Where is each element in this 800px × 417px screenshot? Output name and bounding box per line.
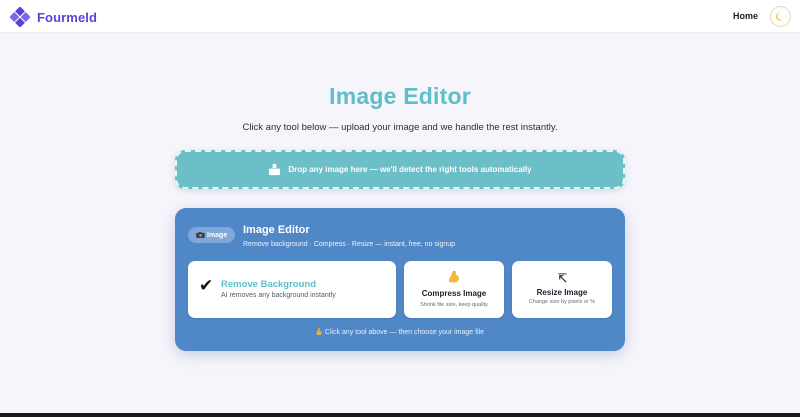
compress-image-tool[interactable]: Compress Image Shrink file size, keep qu… xyxy=(404,261,504,318)
badge-label: Image xyxy=(207,231,228,239)
camera-icon xyxy=(196,232,205,238)
bottom-edge-bar xyxy=(0,413,800,417)
image-editor-panel: Image Image Editor Remove background · C… xyxy=(175,208,625,351)
resize-arrow-icon xyxy=(512,271,612,285)
panel-title: Image Editor xyxy=(243,224,310,236)
panel-hint: Click any tool above — then choose your … xyxy=(175,328,625,336)
drop-zone-text: Drop any image here — we'll detect the r… xyxy=(288,165,532,174)
panel-description: Remove background · Compress · Resize — … xyxy=(243,241,456,248)
hint-text: Click any tool above — then choose your … xyxy=(324,329,485,336)
logo-icon xyxy=(10,7,30,27)
tool-description: Shrink file size, keep quality xyxy=(420,302,488,308)
image-drop-zone[interactable]: Drop any image here — we'll detect the r… xyxy=(175,150,625,189)
check-mark-icon: ✔ xyxy=(199,276,214,296)
tool-description: AI removes any background instantly xyxy=(221,292,336,299)
navbar: Fourmeld Home xyxy=(0,0,800,33)
flexed-biceps-icon xyxy=(404,270,504,286)
tool-title: Compress Image xyxy=(421,289,487,298)
tool-title: Remove Background xyxy=(221,279,317,290)
moon-icon xyxy=(776,12,783,21)
page-subtitle: Click any tool below — upload your image… xyxy=(242,122,558,133)
tool-description: Change size by pixels or % xyxy=(528,299,596,305)
nav-home-link[interactable]: Home xyxy=(733,11,758,21)
remove-background-tool[interactable]: ✔ Remove Background AI removes any backg… xyxy=(188,261,396,318)
resize-image-tool[interactable]: Resize Image Change size by pixels or % xyxy=(512,261,612,318)
brand-name: Fourmeld xyxy=(37,9,98,25)
pointing-hand-icon xyxy=(316,328,322,335)
page-title: Image Editor xyxy=(329,83,471,109)
upload-box-icon xyxy=(269,163,281,176)
tool-title: Resize Image xyxy=(536,288,588,297)
brand-link[interactable]: Fourmeld xyxy=(10,7,97,27)
theme-toggle-button[interactable] xyxy=(770,6,791,27)
category-badge: Image xyxy=(188,227,236,243)
